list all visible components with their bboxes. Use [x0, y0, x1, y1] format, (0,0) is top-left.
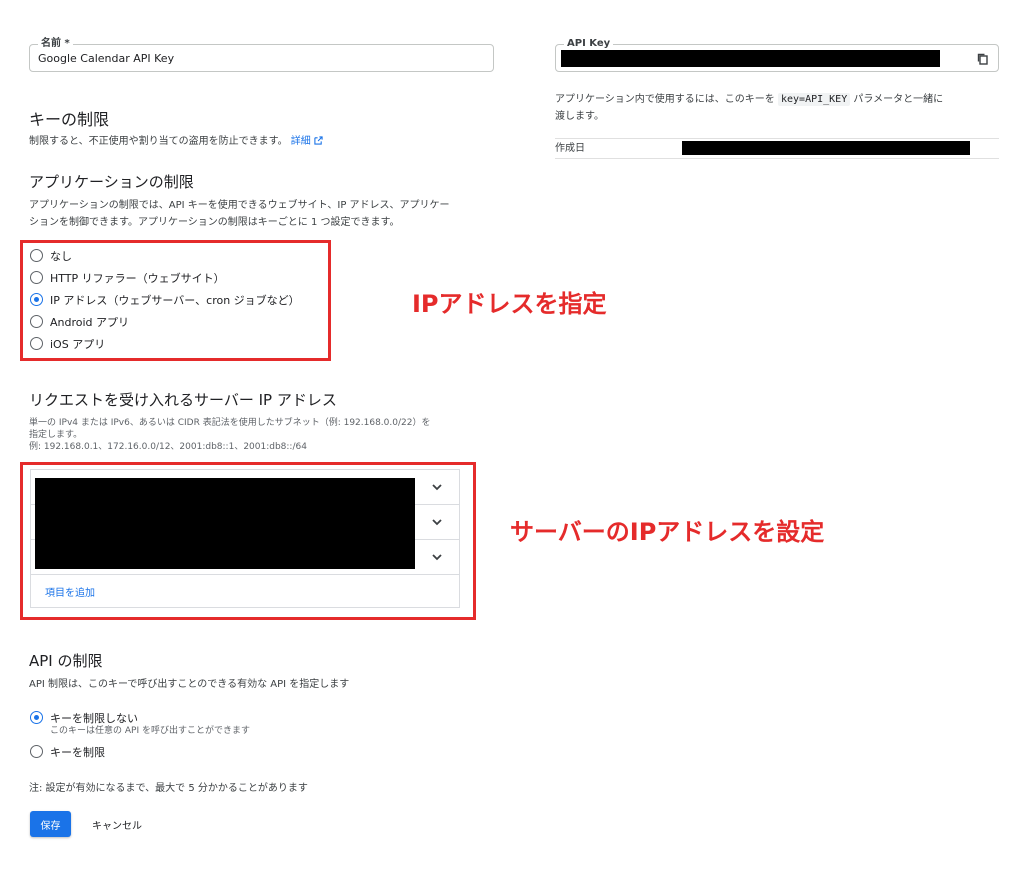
add-item-link[interactable]: 項目を追加 [45, 584, 95, 599]
radio-restrict-key-label[interactable]: キーを制限 [50, 744, 105, 760]
radio-dont-restrict-key-label[interactable]: キーを制限しない [50, 710, 138, 726]
chevron-down-icon[interactable] [430, 515, 444, 529]
copy-icon[interactable] [976, 51, 990, 65]
created-divider-top [555, 138, 999, 139]
key-restrictions-description-row: 制限すると、不正使用や割り当ての盗用を防止できます。 詳細 [29, 133, 323, 151]
server-ip-annotation: サーバーのIPアドレスを設定 [510, 518, 825, 546]
cancel-button[interactable]: キャンセル [92, 817, 142, 832]
api-key-usage-line1: アプリケーション内で使用するには、このキーを key=API_KEY パラメータ… [555, 91, 943, 108]
ip-help-line3: 例: 192.168.0.1、172.16.0.0/12、2001:db8::1… [29, 442, 307, 452]
radio-none[interactable] [30, 249, 43, 262]
radio-ip-address[interactable] [30, 293, 43, 306]
api-key-usage-after: パラメータと一緒に [850, 94, 944, 105]
chevron-down-icon[interactable] [430, 480, 444, 494]
radio-android[interactable] [30, 315, 43, 328]
ip-annotation: IPアドレスを指定 [412, 290, 607, 318]
redacted-ip-addresses [35, 478, 415, 569]
key-restrictions-title: キーの制限 [29, 110, 110, 129]
ip-help-line1: 単一の IPv4 または IPv6、あるいは CIDR 表記法を使用したサブネッ… [29, 418, 431, 428]
redacted-api-key [561, 50, 940, 67]
api-key-usage-before: アプリケーション内で使用するには、このキーを [555, 94, 778, 105]
created-divider-bottom [555, 158, 999, 159]
app-restrictions-desc-line1: アプリケーションの制限では、API キーを使用できるウェブサイト、IP アドレス… [29, 200, 450, 211]
radio-ios[interactable] [30, 337, 43, 350]
ip-help-line2: 指定します。 [29, 430, 83, 440]
chevron-down-icon[interactable] [430, 550, 444, 564]
key-restrictions-description: 制限すると、不正使用や割り当ての盗用を防止できます。 [29, 136, 288, 147]
name-field[interactable]: 名前 * Google Calendar API Key [29, 37, 494, 72]
radio-ios-label[interactable]: iOS アプリ [50, 336, 105, 352]
api-restrictions-description: API 制限は、このキーで呼び出すことのできる有効な API を指定します [29, 679, 350, 690]
api-key-usage-line2: 渡します。 [555, 111, 604, 122]
radio-http-referrer-label[interactable]: HTTP リファラー（ウェブサイト） [50, 270, 225, 286]
app-restrictions-desc-line2: ションを制御できます。アプリケーションの制限はキーごとに 1 つ設定できます。 [29, 217, 400, 228]
name-field-value[interactable]: Google Calendar API Key [38, 52, 174, 65]
api-key-usage-code: key=API_KEY [777, 93, 851, 106]
propagation-note: 注: 設定が有効になるまで、最大で 5 分かかることがあります [29, 783, 308, 794]
ip-section-title: リクエストを受け入れるサーバー IP アドレス [29, 391, 337, 409]
radio-dont-restrict-key[interactable] [30, 711, 43, 724]
redacted-created-date [682, 141, 970, 155]
radio-ip-address-label[interactable]: IP アドレス（ウェブサーバー、cron ジョブなど） [50, 292, 300, 308]
api-key-field-label: API Key [564, 37, 614, 51]
radio-http-referrer[interactable] [30, 271, 43, 284]
radio-restrict-key[interactable] [30, 745, 43, 758]
details-link[interactable]: 詳細 [291, 136, 311, 147]
app-restrictions-title: アプリケーションの制限 [29, 173, 194, 191]
radio-dont-restrict-key-sublabel: このキーは任意の API を呼び出すことができます [50, 726, 250, 736]
created-label: 作成日 [555, 143, 585, 154]
radio-none-label[interactable]: なし [50, 248, 72, 264]
save-button[interactable]: 保存 [30, 811, 71, 837]
external-link-icon[interactable] [314, 134, 323, 151]
api-restrictions-title: API の制限 [29, 652, 103, 670]
radio-android-label[interactable]: Android アプリ [50, 314, 129, 330]
name-field-label: 名前 * [38, 37, 73, 51]
